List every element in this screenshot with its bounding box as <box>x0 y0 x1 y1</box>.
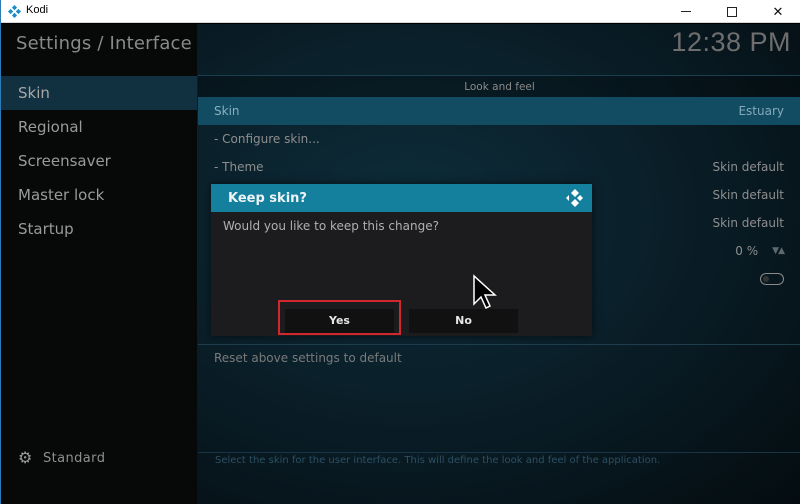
setting-row-theme[interactable]: - Theme Skin default <box>198 153 800 181</box>
sidebar-item-master-lock[interactable]: Master lock <box>1 178 197 212</box>
kodi-app: Settings / Interface 12:38 PM Skin Regio… <box>1 24 800 504</box>
title-bar: Kodi ✕ <box>1 0 800 23</box>
close-icon: ✕ <box>772 3 784 19</box>
kodi-logo-icon <box>566 189 583 207</box>
spinner-arrows-icon[interactable]: ▼▲ <box>772 237 785 265</box>
dialog-message: Would you like to keep this change? <box>223 219 439 233</box>
setting-row-skin[interactable]: Skin Estuary <box>198 97 800 125</box>
window-title: Kodi <box>26 4 49 16</box>
settings-category-list: Skin Regional Screensaver Master lock St… <box>1 76 197 246</box>
help-text: Select the skin for the user interface. … <box>215 455 661 466</box>
zoom-spinner[interactable]: 0 % ▼▲ <box>735 237 785 265</box>
yes-button[interactable]: Yes <box>285 309 394 333</box>
rss-toggle[interactable] <box>760 273 784 285</box>
setting-label: - Theme <box>214 160 264 174</box>
setting-value: Skin default <box>712 188 784 202</box>
minimize-button[interactable] <box>663 0 709 23</box>
keep-skin-dialog: Keep skin? Would you like to keep this c… <box>211 184 592 336</box>
kodi-window: Kodi ✕ Settings / Interface 12:38 PM Ski… <box>0 0 800 504</box>
sidebar-item-regional[interactable]: Regional <box>1 110 197 144</box>
setting-value: Skin default <box>712 216 784 230</box>
dialog-title: Keep skin? <box>228 190 307 206</box>
minimize-icon <box>681 11 691 12</box>
setting-label: Skin <box>214 104 240 118</box>
clock: 12:38 PM <box>671 27 791 57</box>
settings-divider <box>198 344 800 345</box>
kodi-logo-icon <box>8 5 21 18</box>
setting-row-configure-skin[interactable]: - Configure skin... <box>198 125 800 153</box>
maximize-icon <box>727 6 737 17</box>
gear-icon: ⚙ <box>18 448 33 467</box>
setting-label: - Configure skin... <box>214 132 320 146</box>
sidebar-item-startup[interactable]: Startup <box>1 212 197 246</box>
setting-value: Skin default <box>712 160 784 174</box>
group-header: Look and feel <box>198 75 800 97</box>
settings-level-label: Standard <box>43 450 106 466</box>
setting-value: 0 % <box>735 244 759 258</box>
setting-value: Estuary <box>738 104 784 118</box>
close-button[interactable]: ✕ <box>755 0 800 23</box>
no-button[interactable]: No <box>409 309 518 333</box>
reset-settings-button[interactable]: Reset above settings to default <box>214 351 402 365</box>
maximize-button[interactable] <box>709 0 755 23</box>
page-title: Settings / Interface <box>16 33 192 54</box>
settings-level-button[interactable]: ⚙ Standard <box>18 450 105 466</box>
sidebar-item-screensaver[interactable]: Screensaver <box>1 144 197 178</box>
sidebar-item-skin[interactable]: Skin <box>1 76 197 110</box>
dialog-header: Keep skin? <box>211 184 592 212</box>
help-divider <box>198 452 800 453</box>
